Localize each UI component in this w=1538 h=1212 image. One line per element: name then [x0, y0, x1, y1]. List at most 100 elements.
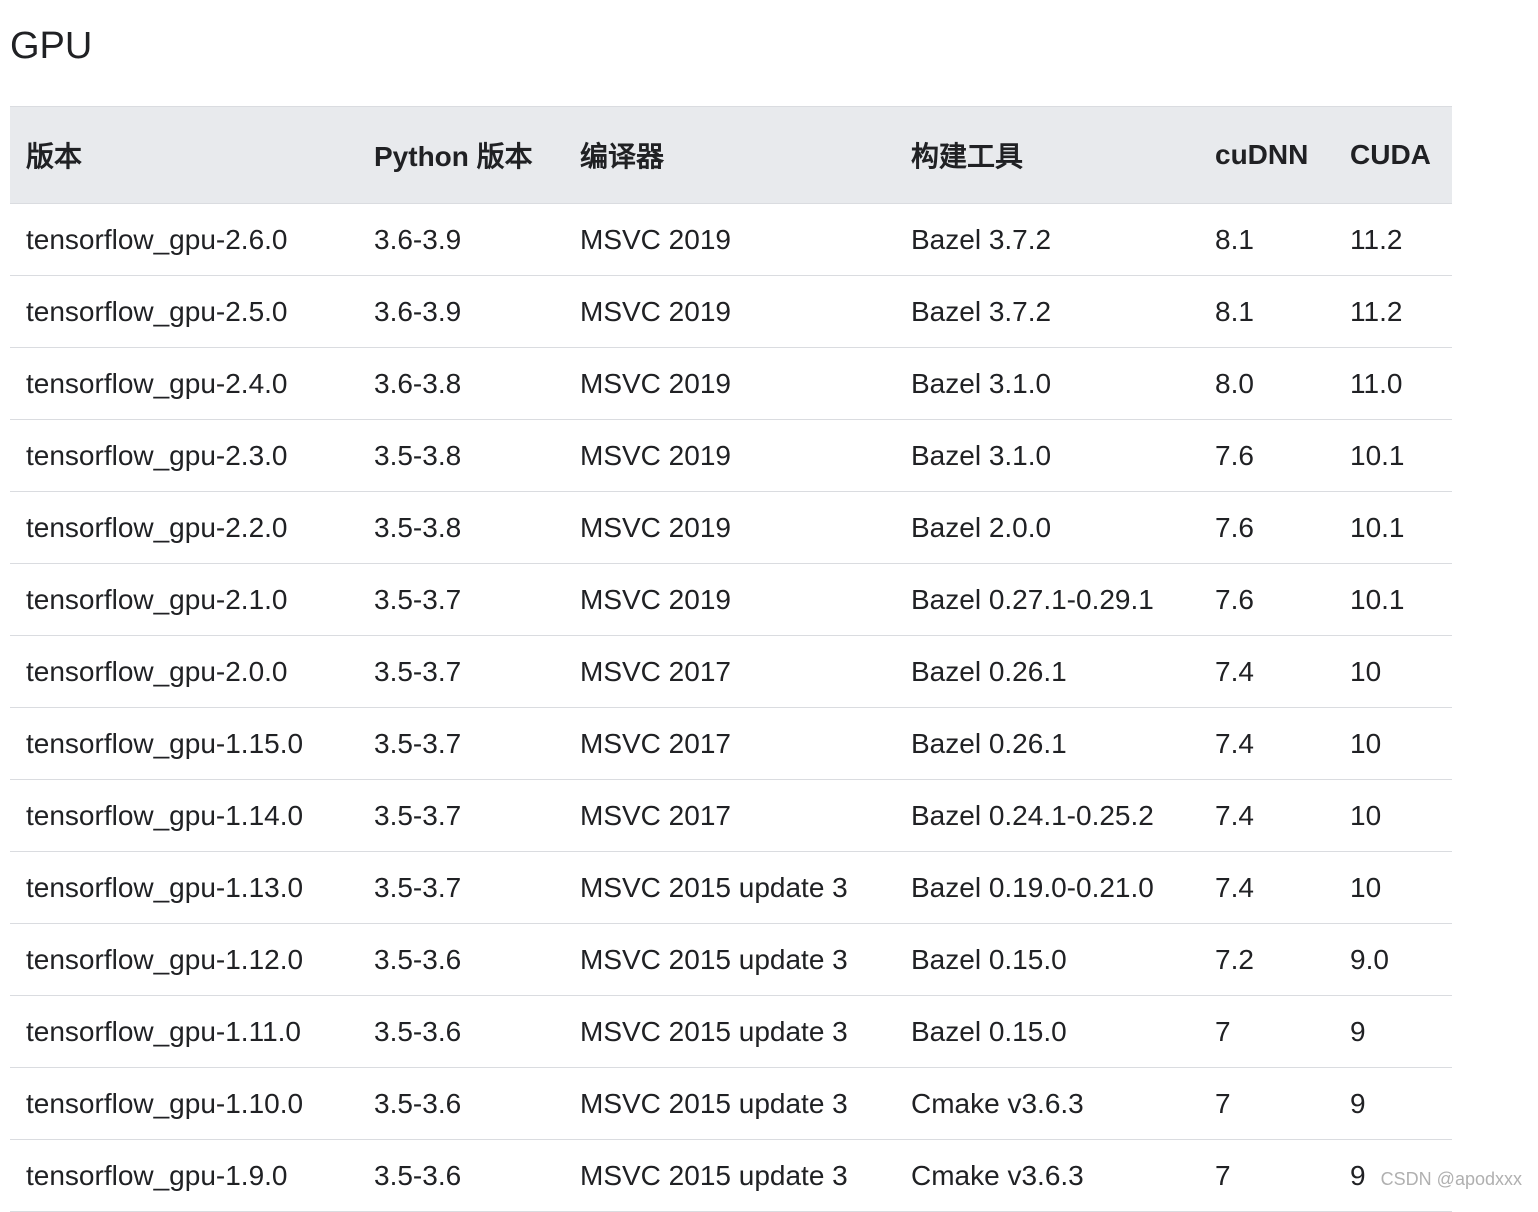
table-row: tensorflow_gpu-2.4.0 3.6-3.8 MSVC 2019 Baze… [10, 347, 1452, 420]
cell-python-version: 3.5-3.7 [358, 707, 564, 780]
compatibility-table-container: 版本 Python 版本 编译器 构建工具 cuDNN CUDA tensorf… [10, 106, 1452, 1212]
cell-compiler: MSVC 2015 update 3 [564, 1139, 895, 1212]
cell-python-version: 3.5-3.6 [358, 923, 564, 996]
cell-cudnn: 7 [1199, 1067, 1334, 1140]
table-row: tensorflow_gpu-1.15.0 3.5-3.7 MSVC 2017 Baz… [10, 707, 1452, 780]
table-header: 版本 Python 版本 编译器 构建工具 cuDNN CUDA [10, 106, 1452, 204]
cell-compiler: MSVC 2019 [564, 203, 895, 276]
table-row: tensorflow_gpu-2.1.0 3.5-3.7 MSVC 2019 Baze… [10, 563, 1452, 636]
cell-cuda: 11.2 [1334, 275, 1452, 348]
table-row: tensorflow_gpu-1.11.0 3.5-3.6 MSVC 2015 up… [10, 995, 1452, 1068]
table-row: tensorflow_gpu-1.12.0 3.5-3.6 MSVC 2015 up… [10, 923, 1452, 996]
cell-cuda: 10.1 [1334, 491, 1452, 564]
cell-cuda: 9 [1334, 995, 1452, 1068]
cell-compiler: MSVC 2019 [564, 275, 895, 348]
cell-cuda: 10 [1334, 851, 1452, 924]
cell-python-version: 3.5-3.6 [358, 1139, 564, 1212]
table-row: tensorflow_gpu-1.9.0 3.5-3.6 MSVC 2015 upd… [10, 1139, 1452, 1212]
cell-build-tool: Cmake v3.6.3 [895, 1067, 1199, 1140]
cell-compiler: MSVC 2019 [564, 347, 895, 420]
column-header-python-version: Python 版本 [358, 106, 564, 204]
cell-build-tool: Bazel 0.24.1-0.25.2 [895, 779, 1199, 852]
cell-build-tool: Bazel 0.27.1-0.29.1 [895, 563, 1199, 636]
page-title: GPU [10, 25, 93, 67]
cell-cudnn: 7.6 [1199, 491, 1334, 564]
cell-python-version: 3.5-3.7 [358, 635, 564, 708]
table-row: tensorflow_gpu-2.6.0 3.6-3.9 MSVC 2019 Baze… [10, 203, 1452, 276]
cell-python-version: 3.6-3.9 [358, 203, 564, 276]
cell-cuda: 10.1 [1334, 563, 1452, 636]
cell-python-version: 3.5-3.6 [358, 995, 564, 1068]
cell-version: tensorflow_gpu-2.1.0 [10, 563, 358, 636]
cell-cuda: 10 [1334, 635, 1452, 708]
cell-cuda: 10.1 [1334, 419, 1452, 492]
table-row: tensorflow_gpu-2.0.0 3.5-3.7 MSVC 2017 Baze… [10, 635, 1452, 708]
cell-build-tool: Bazel 2.0.0 [895, 491, 1199, 564]
cell-cuda: 11.2 [1334, 203, 1452, 276]
cell-version: tensorflow_gpu-2.3.0 [10, 419, 358, 492]
table-row: tensorflow_gpu-1.10.0 3.5-3.6 MSVC 2015 up… [10, 1067, 1452, 1140]
table-body: tensorflow_gpu-2.6.0 3.6-3.9 MSVC 2019 Baze… [10, 203, 1452, 1212]
column-header-cudnn: cuDNN [1199, 106, 1334, 204]
cell-compiler: MSVC 2017 [564, 707, 895, 780]
cell-cudnn: 7.4 [1199, 707, 1334, 780]
table-row: tensorflow_gpu-2.5.0 3.6-3.9 MSVC 2019 Baze… [10, 275, 1452, 348]
cell-cuda: 10 [1334, 707, 1452, 780]
cell-version: tensorflow_gpu-1.15.0 [10, 707, 358, 780]
cell-cudnn: 8.1 [1199, 203, 1334, 276]
column-header-version: 版本 [10, 106, 358, 204]
cell-cudnn: 7.4 [1199, 635, 1334, 708]
cell-version: tensorflow_gpu-1.10.0 [10, 1067, 358, 1140]
cell-build-tool: Bazel 0.26.1 [895, 707, 1199, 780]
cell-build-tool: Bazel 0.19.0-0.21.0 [895, 851, 1199, 924]
cell-python-version: 3.6-3.9 [358, 275, 564, 348]
cell-version: tensorflow_gpu-1.11.0 [10, 995, 358, 1068]
cell-python-version: 3.6-3.8 [358, 347, 564, 420]
cell-version: tensorflow_gpu-2.2.0 [10, 491, 358, 564]
cell-cudnn: 7.4 [1199, 779, 1334, 852]
cell-version: tensorflow_gpu-1.13.0 [10, 851, 358, 924]
cell-build-tool: Bazel 3.7.2 [895, 275, 1199, 348]
cell-compiler: MSVC 2015 update 3 [564, 1067, 895, 1140]
cell-compiler: MSVC 2015 update 3 [564, 851, 895, 924]
cell-compiler: MSVC 2019 [564, 563, 895, 636]
cell-cudnn: 7 [1199, 995, 1334, 1068]
table-row: tensorflow_gpu-2.3.0 3.5-3.8 MSVC 2019 Baze… [10, 419, 1452, 492]
cell-cudnn: 8.1 [1199, 275, 1334, 348]
cell-cuda: 9.0 [1334, 923, 1452, 996]
cell-build-tool: Bazel 3.1.0 [895, 419, 1199, 492]
cell-build-tool: Bazel 0.26.1 [895, 635, 1199, 708]
cell-compiler: MSVC 2015 update 3 [564, 995, 895, 1068]
table-row: tensorflow_gpu-1.14.0 3.5-3.7 MSVC 2017 Baz… [10, 779, 1452, 852]
cell-version: tensorflow_gpu-1.12.0 [10, 923, 358, 996]
cell-version: tensorflow_gpu-2.0.0 [10, 635, 358, 708]
compatibility-table: 版本 Python 版本 编译器 构建工具 cuDNN CUDA tensorf… [10, 106, 1452, 1212]
cell-cuda: 10 [1334, 779, 1452, 852]
cell-cudnn: 8.0 [1199, 347, 1334, 420]
cell-cudnn: 7.6 [1199, 563, 1334, 636]
cell-python-version: 3.5-3.7 [358, 779, 564, 852]
cell-version: tensorflow_gpu-2.5.0 [10, 275, 358, 348]
cell-build-tool: Bazel 3.7.2 [895, 203, 1199, 276]
cell-version: tensorflow_gpu-1.14.0 [10, 779, 358, 852]
cell-cuda: 9 [1334, 1067, 1452, 1140]
column-header-cuda: CUDA [1334, 106, 1452, 204]
cell-cudnn: 7.4 [1199, 851, 1334, 924]
cell-python-version: 3.5-3.8 [358, 419, 564, 492]
cell-build-tool: Bazel 0.15.0 [895, 995, 1199, 1068]
table-row: tensorflow_gpu-1.13.0 3.5-3.7 MSVC 2015 up… [10, 851, 1452, 924]
cell-compiler: MSVC 2019 [564, 419, 895, 492]
table-row: tensorflow_gpu-2.2.0 3.5-3.8 MSVC 2019 Baze… [10, 491, 1452, 564]
cell-python-version: 3.5-3.8 [358, 491, 564, 564]
cell-python-version: 3.5-3.7 [358, 563, 564, 636]
table-header-row: 版本 Python 版本 编译器 构建工具 cuDNN CUDA [10, 106, 1452, 204]
watermark: CSDN @apodxxx [1380, 1169, 1522, 1189]
cell-version: tensorflow_gpu-2.6.0 [10, 203, 358, 276]
cell-python-version: 3.5-3.6 [358, 1067, 564, 1140]
cell-build-tool: Bazel 0.15.0 [895, 923, 1199, 996]
cell-python-version: 3.5-3.7 [358, 851, 564, 924]
cell-compiler: MSVC 2017 [564, 635, 895, 708]
cell-version: tensorflow_gpu-1.9.0 [10, 1139, 358, 1212]
cell-cudnn: 7.2 [1199, 923, 1334, 996]
column-header-compiler: 编译器 [564, 106, 895, 204]
